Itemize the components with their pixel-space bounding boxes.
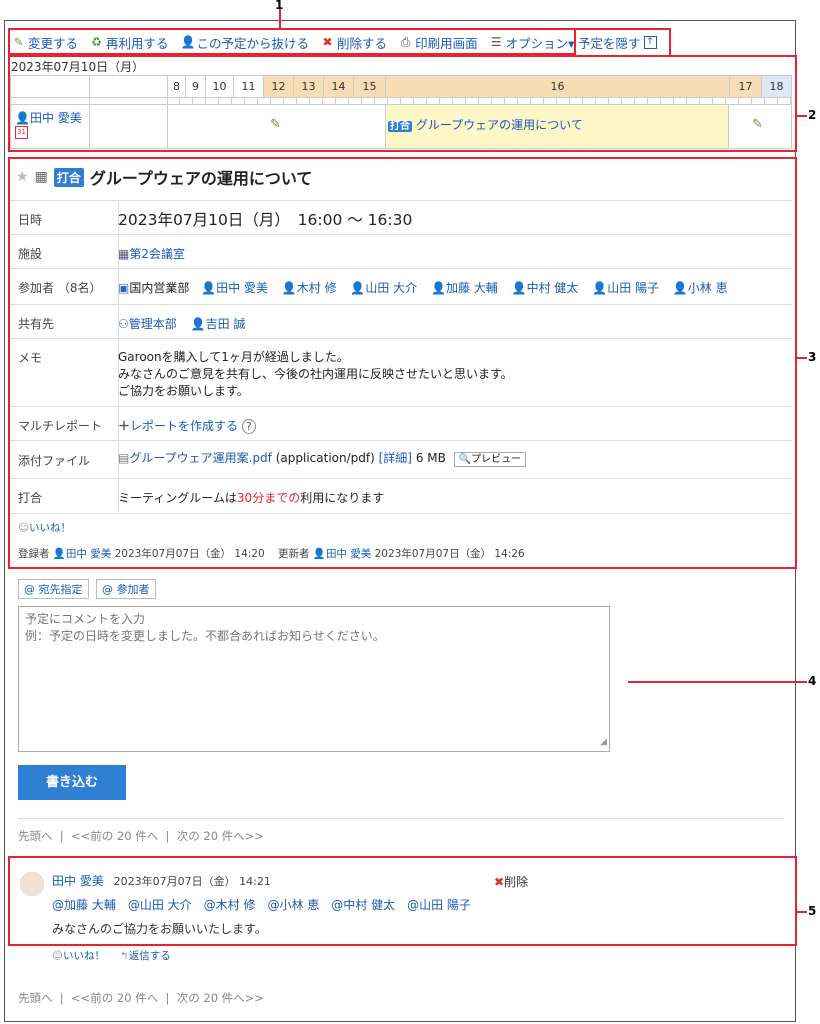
mention-to-button[interactable]: @ 宛先指定 (18, 579, 89, 599)
smile-icon: ☺ (52, 950, 63, 962)
comment-like-button[interactable]: ☺いいね！ (52, 948, 105, 963)
reply-icon: ↰ (120, 950, 129, 962)
pager-first[interactable]: 先頭へ (18, 991, 53, 1005)
callout-box-2 (8, 55, 797, 152)
pager-next[interactable]: 次の 20 件へ>> (177, 991, 264, 1005)
pager-first[interactable]: 先頭へ (18, 829, 53, 843)
pager-top: 先頭へ | <<前の 20 件へ | 次の 20 件へ>> (18, 829, 264, 843)
submit-comment-button[interactable]: 書き込む (18, 765, 126, 800)
callout-3: 3 (808, 350, 817, 364)
callout-5: 5 (808, 904, 817, 918)
mention-participants-button[interactable]: @ 参加者 (96, 579, 156, 599)
pager-prev[interactable]: <<前の 20 件へ (71, 991, 158, 1005)
callout-2: 2 (808, 108, 817, 122)
callout-box-5 (8, 856, 797, 946)
comment-input[interactable]: 予定にコメントを入力 例：予定の日時を変更しました。不都合あればお知らせください… (18, 606, 610, 752)
callout-box-1 (8, 28, 576, 55)
pager-bottom: 先頭へ | <<前の 20 件へ | 次の 20 件へ>> (18, 991, 264, 1005)
comment-reply-button[interactable]: ↰返信する (120, 948, 171, 963)
callout-4: 4 (808, 674, 817, 688)
callout-box-3 (8, 157, 797, 569)
pager-prev[interactable]: <<前の 20 件へ (71, 829, 158, 843)
callout-1: 1 (275, 0, 284, 12)
pager-next[interactable]: 次の 20 件へ>> (177, 829, 264, 843)
resize-handle-icon[interactable]: ◢ (600, 734, 607, 751)
